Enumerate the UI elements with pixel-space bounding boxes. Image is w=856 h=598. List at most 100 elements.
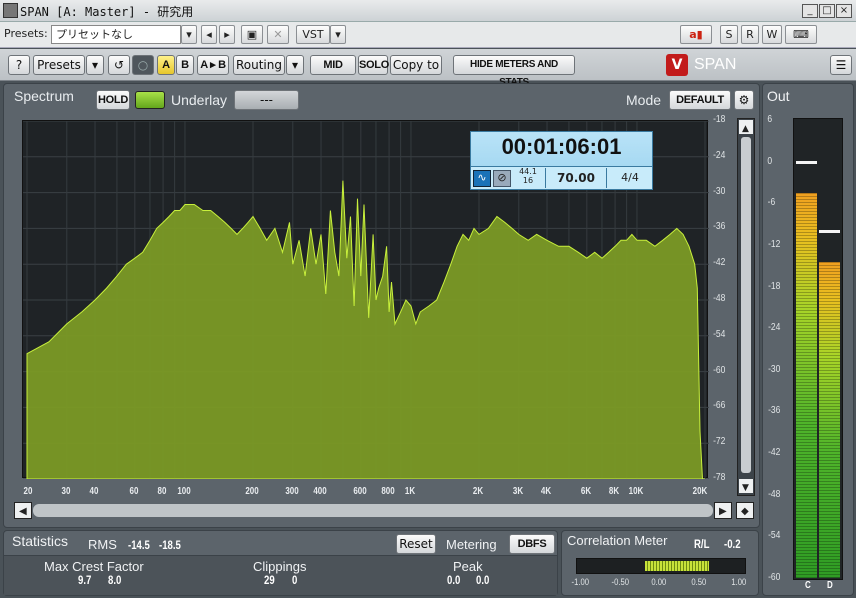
preset-dropdown-button[interactable]: ▾	[181, 25, 197, 44]
scroll-down-button[interactable]: ▼	[739, 479, 753, 493]
hamburger-icon: ☰	[835, 58, 847, 72]
vertical-scrollbar[interactable]: ▲ ▼	[737, 118, 755, 496]
presets-dropdown-button[interactable]: ▾	[86, 55, 104, 75]
keyboard-button[interactable]: ⌨	[785, 25, 817, 44]
preset-prev-button[interactable]: ◂	[201, 25, 217, 44]
settings-r-button[interactable]: R	[741, 25, 759, 44]
settings-w-button[interactable]: W	[762, 25, 782, 44]
app-icon[interactable]	[3, 3, 18, 18]
out-tick-label: -6	[767, 197, 776, 209]
preset-select[interactable]: プリセットなし	[51, 25, 181, 44]
arrow-left-icon: ◂	[206, 28, 212, 41]
db-tick-label: -24	[713, 149, 726, 161]
presets-button[interactable]: Presets	[33, 55, 85, 75]
crest-right-value: 8.0	[108, 573, 122, 587]
minimize-button[interactable]: _	[802, 4, 818, 18]
undo-icon: ↺	[113, 58, 125, 72]
reset-button[interactable]: ↺	[108, 55, 130, 75]
out-tick-label: -36	[768, 405, 781, 417]
freq-tick-label: 40	[89, 486, 99, 497]
rms-left-value: -14.5	[128, 538, 150, 552]
settings-s-button[interactable]: S	[720, 25, 738, 44]
underlay-select[interactable]: ---	[234, 90, 299, 110]
preset-next-button[interactable]: ▸	[219, 25, 235, 44]
horizontal-scroll-thumb[interactable]	[33, 504, 713, 517]
timecode-value: 00:01:06:01	[501, 134, 622, 159]
power-button[interactable]: ○	[132, 55, 154, 75]
mode-select[interactable]: DEFAULT	[669, 90, 731, 110]
hold-color-toggle[interactable]	[135, 91, 165, 109]
scroll-up-button[interactable]: ▲	[739, 120, 753, 134]
correlation-fill	[645, 561, 709, 571]
scroll-left-button[interactable]: ◀	[14, 502, 32, 519]
copy-to-button[interactable]: Copy to	[390, 55, 442, 75]
out-tick-label: -60	[768, 572, 781, 583]
copy-a-to-b-button[interactable]: A ▸ B	[197, 55, 229, 75]
toolbar: ? Presets ▾ ↺ ○ A B A ▸ B Routing ▾ MID …	[0, 49, 856, 88]
peak-left-value: 0.0	[447, 573, 461, 587]
menu-button[interactable]: ☰	[830, 55, 852, 75]
correlation-title: Correlation Meter	[567, 533, 668, 548]
timecode-display: 00:01:06:01 ∿ ⊘ 44.1 16 70.00 4/4	[470, 131, 653, 190]
freq-tick-label: 20	[23, 486, 33, 497]
arrow-down-icon: ▼	[742, 483, 749, 493]
close-button[interactable]: ×	[836, 4, 852, 18]
out-tick-label: 6	[767, 114, 773, 125]
metering-label: Metering	[446, 537, 497, 552]
vst-dropdown-button[interactable]: ▾	[330, 25, 346, 44]
solo-button[interactable]: SOLO	[358, 55, 389, 75]
mid-button[interactable]: MID	[310, 55, 356, 75]
metering-select[interactable]: DBFS	[509, 534, 555, 554]
correlation-tick-label: -0.50	[611, 577, 629, 587]
freq-tick-label: 10K	[628, 486, 644, 497]
slot-b-button[interactable]: B	[176, 55, 194, 75]
out-tick-label: -24	[768, 322, 781, 334]
routing-button[interactable]: Routing	[233, 55, 285, 75]
maximize-button[interactable]: □	[819, 4, 835, 18]
horizontal-scrollbar[interactable]: ◀ ▶ ◆	[14, 502, 756, 520]
close-icon: ✕	[273, 28, 283, 41]
correlation-tick-label: 1.00	[731, 577, 747, 587]
link-icon[interactable]: ⊘	[493, 170, 511, 187]
vst-button[interactable]: VST	[296, 25, 330, 44]
reset-stats-button[interactable]: Reset	[396, 534, 436, 554]
out-tick-label: -12	[768, 238, 781, 250]
clippings-left-value: 29	[264, 573, 275, 587]
arrow-right-icon: ▶	[719, 506, 727, 517]
help-button[interactable]: ?	[8, 55, 30, 75]
db-tick-label: -72	[713, 436, 726, 448]
db-tick-label: -36	[713, 221, 726, 233]
out-db-scale: 6 0 -6 -12 -18 -24 -30 -36 -42 -48 -54 -60	[765, 114, 789, 583]
diamond-icon: ◆	[741, 506, 749, 517]
freq-tick-label: 400	[313, 486, 327, 497]
mode-settings-button[interactable]: ⚙	[734, 90, 754, 110]
out-tick-label: 0	[767, 155, 773, 167]
scroll-right-button[interactable]: ▶	[714, 502, 732, 519]
correlation-panel: Correlation Meter R/L -0.2 -1.00 -0.50 0.0…	[561, 530, 759, 596]
output-meter-panel: Out 6 0 -6 -12 -18 -24 -30 -36 -42 -48 -54 -60 C D	[762, 83, 854, 596]
freq-tick-label: 60	[129, 486, 139, 497]
freq-tick-label: 800	[381, 486, 395, 497]
delete-preset-button[interactable]: ✕	[267, 25, 289, 44]
crest-label: Max Crest Factor	[44, 559, 144, 574]
db-tick-label: -18	[713, 114, 726, 125]
save-preset-button[interactable]: ▣	[241, 25, 263, 44]
gear-icon: ⚙	[738, 93, 750, 107]
sync-icon[interactable]: ∿	[473, 170, 491, 187]
brand-name: SPAN	[694, 56, 737, 73]
correlation-scale: -1.00 -0.50 0.00 0.50 1.00	[572, 577, 747, 591]
vertical-scroll-thumb[interactable]	[741, 137, 751, 473]
spectrum-title: Spectrum	[14, 88, 74, 104]
db-tick-label: -30	[713, 185, 726, 197]
slot-a-button[interactable]: A	[157, 55, 175, 75]
rl-value: -0.2	[724, 537, 741, 551]
correlation-bar	[576, 558, 746, 574]
zoom-reset-button[interactable]: ◆	[736, 502, 754, 519]
hide-meters-button[interactable]: HIDE METERS AND STATS	[453, 55, 575, 88]
out-meter-left	[796, 192, 817, 578]
ab-toggle-button[interactable]: a▮	[680, 25, 712, 44]
hold-button[interactable]: HOLD	[96, 90, 130, 110]
freq-tick-label: 30	[61, 486, 71, 497]
title-bar: SPAN [A: Master] - 研究用 _ □ ×	[0, 0, 856, 22]
routing-dropdown-button[interactable]: ▾	[286, 55, 304, 75]
